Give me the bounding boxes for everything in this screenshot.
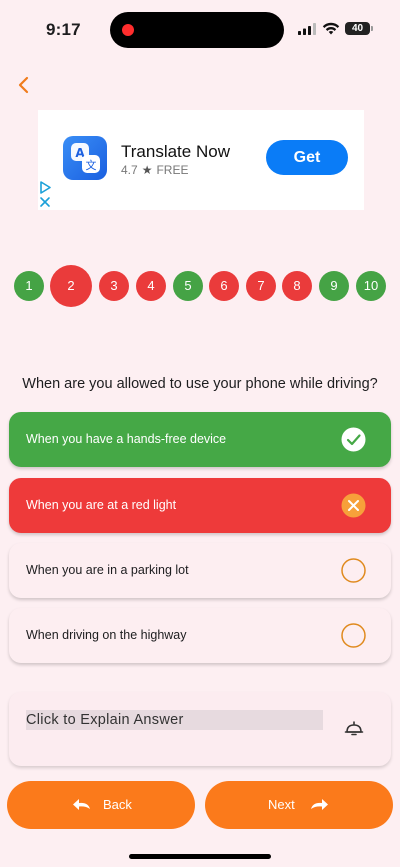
answer-label: When you are in a parking lot (26, 563, 189, 577)
ad-get-button[interactable]: Get (266, 140, 348, 175)
answer-label: When you are at a red light (26, 498, 177, 512)
ad-app-name: Translate Now (121, 142, 230, 161)
battery-indicator: 40 (345, 22, 373, 35)
translate-app-icon: A 文 (63, 136, 107, 180)
back-chevron-icon[interactable] (14, 74, 34, 96)
next-button[interactable]: Next (205, 781, 393, 829)
ad-rating-row: 4.7 ★ FREE (121, 163, 188, 177)
answer-label: When driving on the highway (26, 628, 187, 642)
ad-price: FREE (156, 163, 189, 177)
answer-option-2[interactable]: When you are at a red light (9, 478, 391, 533)
back-button[interactable]: Back (7, 781, 195, 829)
status-bar: 9:17 40 (0, 0, 400, 60)
question-text: When are you allowed to use your phone w… (22, 376, 378, 392)
question-number-1[interactable]: 1 (14, 271, 44, 301)
empty-circle-icon (341, 558, 366, 583)
question-number-3[interactable]: 3 (99, 271, 129, 301)
cellular-signal-icon (298, 23, 316, 35)
check-circle-icon (341, 427, 366, 452)
home-indicator (129, 854, 271, 859)
answer-option-3[interactable]: When you are in a parking lot (9, 543, 391, 598)
dynamic-island (110, 12, 284, 48)
question-number-2[interactable]: 2 (50, 265, 92, 307)
ad-rating: 4.7 (121, 163, 138, 177)
redo-arrow-icon (311, 799, 328, 810)
empty-circle-icon (341, 623, 366, 648)
explain-answer-label: Click to Explain Answer (26, 710, 323, 730)
star-icon: ★ (141, 163, 153, 177)
ad-choices-icon[interactable] (38, 180, 54, 210)
question-number-5[interactable]: 5 (173, 271, 203, 301)
question-number-7[interactable]: 7 (246, 271, 276, 301)
undo-arrow-icon (73, 799, 90, 810)
x-circle-icon (341, 493, 366, 518)
wifi-icon (322, 22, 340, 35)
svg-text:文: 文 (86, 158, 97, 172)
answer-option-1[interactable]: When you have a hands-free device (9, 412, 391, 467)
status-time: 9:17 (46, 20, 81, 39)
question-number-4[interactable]: 4 (136, 271, 166, 301)
question-number-6[interactable]: 6 (209, 271, 239, 301)
answer-label: When you have a hands-free device (26, 432, 227, 446)
question-number-8[interactable]: 8 (282, 271, 312, 301)
answer-option-4[interactable]: When driving on the highway (9, 608, 391, 663)
back-button-label: Back (103, 797, 132, 812)
question-number-9[interactable]: 9 (319, 271, 349, 301)
question-number-10[interactable]: 10 (356, 271, 386, 301)
recording-dot-icon (122, 24, 134, 36)
question-number-bar: 1 2 3 4 5 6 7 8 9 10 (0, 265, 400, 307)
next-button-label: Next (268, 797, 295, 812)
ad-banner[interactable]: A 文 Translate Now 4.7 ★ FREE Get (38, 110, 364, 210)
bell-icon[interactable] (344, 720, 364, 738)
explain-answer-card[interactable]: Click to Explain Answer (9, 692, 391, 766)
